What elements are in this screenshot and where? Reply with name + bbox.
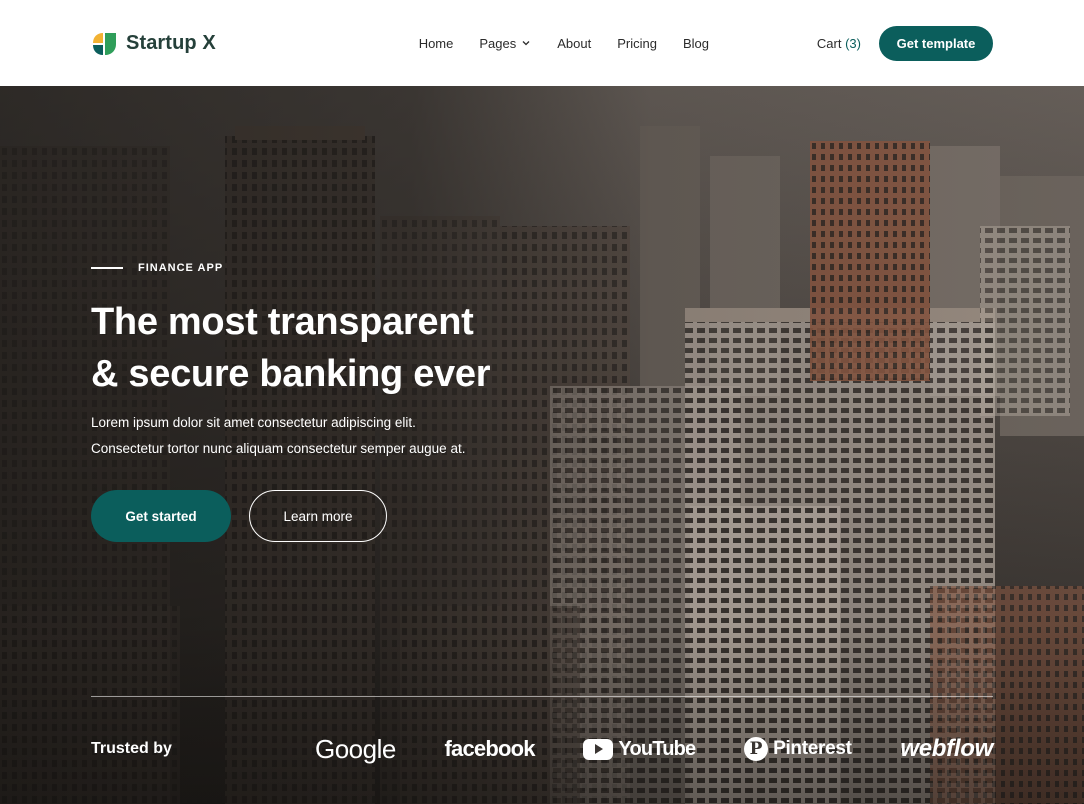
- cart-count: (3): [845, 35, 861, 51]
- nav-item-home-label: Home: [418, 35, 454, 51]
- nav-item-pages[interactable]: Pages: [479, 36, 531, 51]
- cart-link[interactable]: Cart (3): [817, 36, 861, 51]
- hero-cta-row: Get started Learn more: [91, 490, 387, 542]
- cart-label: Cart: [816, 35, 842, 51]
- chevron-down-icon: [522, 41, 530, 46]
- headline-line-1: The most transparent: [91, 301, 474, 343]
- nav-item-pages-label: Pages: [479, 35, 517, 51]
- brand-mark-icon: [93, 32, 116, 55]
- eyebrow-line: [91, 267, 123, 269]
- pinterest-logo: P Pinterest: [744, 737, 852, 761]
- facebook-logo-text: facebook: [444, 736, 536, 761]
- headline-line-2: & secure banking ever: [91, 353, 491, 395]
- hero-eyebrow: FINANCE APP: [91, 262, 223, 274]
- get-template-button[interactable]: Get template: [878, 25, 993, 61]
- google-logo-text: Google: [315, 733, 396, 764]
- partner-logos: Google facebook YouTube P Pinterest webf…: [315, 726, 993, 772]
- nav-item-about-label: About: [557, 35, 592, 51]
- nav-item-home[interactable]: Home: [419, 36, 454, 51]
- youtube-play-icon: [583, 738, 614, 760]
- hero-headline: The most transparent & secure banking ev…: [91, 296, 561, 400]
- trusted-divider: [91, 696, 993, 697]
- nav-item-pricing[interactable]: Pricing: [617, 36, 657, 51]
- hero-bottom-overlay: [0, 624, 1084, 804]
- nav-item-blog[interactable]: Blog: [683, 36, 709, 51]
- pinterest-logo-text: Pinterest: [773, 738, 852, 759]
- learn-more-button[interactable]: Learn more: [249, 490, 387, 542]
- brand-name: Startup X: [126, 31, 216, 54]
- google-logo: Google: [315, 734, 396, 765]
- trusted-by-label: Trusted by: [91, 740, 172, 757]
- hero-section: FINANCE APP The most transparent & secur…: [0, 86, 1084, 804]
- brand-logo-link[interactable]: Startup X: [91, 30, 216, 57]
- youtube-logo: YouTube: [583, 737, 696, 761]
- main-nav: Home Pages About Pricing Blog: [419, 36, 709, 51]
- nav-item-blog-label: Blog: [682, 35, 710, 51]
- eyebrow-text: FINANCE APP: [138, 262, 224, 274]
- nav-item-about[interactable]: About: [557, 36, 591, 51]
- subtext-line-1: Lorem ipsum dolor sit amet consectetur a…: [91, 415, 416, 430]
- webflow-logo: webflow: [900, 735, 993, 763]
- youtube-logo-text: YouTube: [618, 737, 696, 760]
- pinterest-p-icon: P: [744, 737, 769, 761]
- webflow-logo-text: webflow: [900, 735, 993, 762]
- site-header: Startup X Home Pages About Pricing Blog …: [0, 0, 1084, 86]
- nav-item-pricing-label: Pricing: [617, 35, 657, 51]
- get-started-button[interactable]: Get started: [91, 490, 231, 542]
- header-actions: Cart (3) Get template: [817, 25, 993, 61]
- hero-subtext: Lorem ipsum dolor sit amet consectetur a…: [91, 410, 561, 462]
- subtext-line-2: Consectetur tortor nunc aliquam consecte…: [91, 441, 466, 456]
- facebook-logo: facebook: [444, 736, 536, 762]
